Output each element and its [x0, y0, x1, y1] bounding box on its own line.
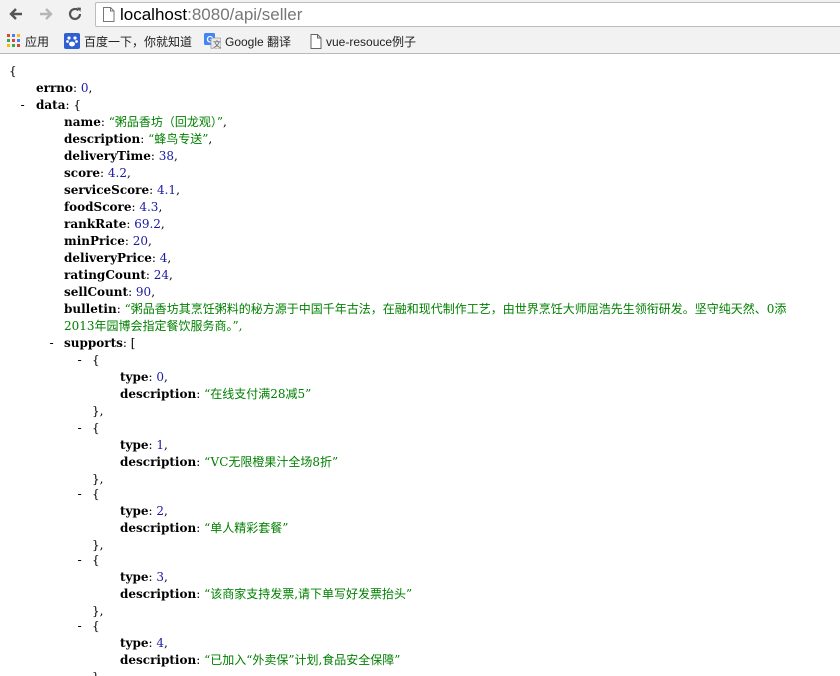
json-object-open: { — [92, 553, 100, 567]
url-text: localhost:8080/api/seller — [120, 5, 302, 25]
collapse-toggle-supports[interactable]: - — [48, 335, 55, 352]
browser-toolbar: localhost:8080/api/seller — [0, 0, 840, 29]
json-field-type: type: 4, — [120, 636, 168, 650]
google-translate-icon: G文 — [204, 33, 221, 49]
reload-button[interactable] — [64, 3, 86, 25]
json-field-score: score: 4.2, — [64, 166, 131, 180]
json-field-type: type: 2, — [120, 504, 168, 518]
json-field-foodScore: foodScore: 4.3, — [64, 200, 163, 214]
collapse-toggle-support-1[interactable]: - — [76, 420, 83, 437]
bookmark-apps[interactable]: 应用 — [7, 32, 49, 50]
bookmarks-bar: 应用 百度一下，你就知道 G文 Google 翻译 vue-resouce例子 — [0, 29, 840, 54]
json-object-open: { — [92, 619, 100, 633]
forward-arrow-icon — [40, 8, 53, 20]
json-field-support-description: description: “该商家支持发票,请下单写好发票抬头” — [120, 587, 413, 601]
json-field-supports: supports: [ — [64, 336, 136, 350]
json-field-type: type: 3, — [120, 570, 168, 584]
address-bar[interactable]: localhost:8080/api/seller — [95, 2, 840, 27]
json-field-rankRate: rankRate: 69.2, — [64, 217, 165, 231]
json-open-brace: { — [9, 64, 17, 78]
back-button[interactable] — [5, 3, 27, 25]
json-field-description: description: “蜂鸟专送”, — [64, 132, 213, 146]
json-field-serviceScore: serviceScore: 4.1, — [64, 183, 180, 197]
url-host: localhost — [120, 5, 188, 24]
bookmark-baidu[interactable]: 百度一下，你就知道 — [64, 32, 192, 50]
collapse-toggle-support-0[interactable]: - — [76, 352, 83, 369]
collapse-toggle-data[interactable]: - — [19, 97, 26, 114]
json-field-errno: errno: 0, — [36, 81, 93, 95]
bookmark-label: 应用 — [25, 34, 50, 49]
bookmark-label: 百度一下，你就知道 — [84, 34, 193, 49]
svg-text:文: 文 — [213, 39, 221, 49]
json-viewer: { errno: 0, - data: { name: “粥品香坊（回龙观）”,… — [0, 54, 840, 676]
json-field-deliveryPrice: deliveryPrice: 4, — [64, 251, 172, 265]
json-object-close: }, — [92, 404, 104, 418]
json-object-close-last: } — [92, 659, 100, 676]
json-field-bulletin: bulletin: “粥品香坊其烹饪粥料的秘方源于中国千年古法，在融和现代制作工… — [64, 302, 787, 316]
json-field-type: type: 0, — [120, 370, 168, 384]
json-field-support-description: description: “单人精彩套餐” — [120, 521, 289, 535]
json-field-name: name: “粥品香坊（回龙观）”, — [64, 115, 227, 129]
collapse-toggle-support-2[interactable]: - — [76, 486, 83, 503]
forward-button[interactable] — [35, 3, 57, 25]
json-object-open: { — [92, 353, 100, 367]
bookmark-label: Google 翻译 — [225, 34, 292, 49]
json-field-data: data: { — [36, 98, 81, 112]
collapse-toggle-support-3[interactable]: - — [76, 552, 83, 569]
json-object-open: { — [92, 421, 100, 435]
json-field-support-description: description: “VC无限橙果汁全场8折” — [120, 455, 339, 469]
collapse-toggle-support-4[interactable]: - — [76, 618, 83, 635]
json-field-sellCount: sellCount: 90, — [64, 285, 156, 299]
reload-icon — [68, 7, 82, 21]
json-field-minPrice: minPrice: 20, — [64, 234, 152, 248]
json-field-support-description: description: “在线支付满28减5” — [120, 387, 312, 401]
json-field-support-description: description: “已加入“外卖保”计划,食品安全保障” — [120, 653, 401, 667]
json-field-deliveryTime: deliveryTime: 38, — [64, 149, 178, 163]
bookmark-google-translate[interactable]: G文 Google 翻译 — [204, 32, 291, 50]
json-object-open: { — [92, 487, 100, 501]
json-field-type: type: 1, — [120, 438, 168, 452]
json-field-ratingCount: ratingCount: 24, — [64, 268, 173, 282]
bookmark-vue-resource[interactable]: vue-resouce例子 — [310, 32, 416, 50]
baidu-paw-icon — [64, 33, 80, 49]
back-arrow-icon — [9, 8, 22, 20]
url-path: :8080/api/seller — [187, 5, 303, 24]
page-icon — [103, 7, 115, 22]
apps-grid-icon — [7, 34, 20, 47]
page-icon — [310, 33, 322, 49]
bookmark-label: vue-resouce例子 — [326, 34, 417, 49]
json-field-bulletin-cont: 2013年园博会指定餐饮服务商。”, — [64, 319, 243, 333]
